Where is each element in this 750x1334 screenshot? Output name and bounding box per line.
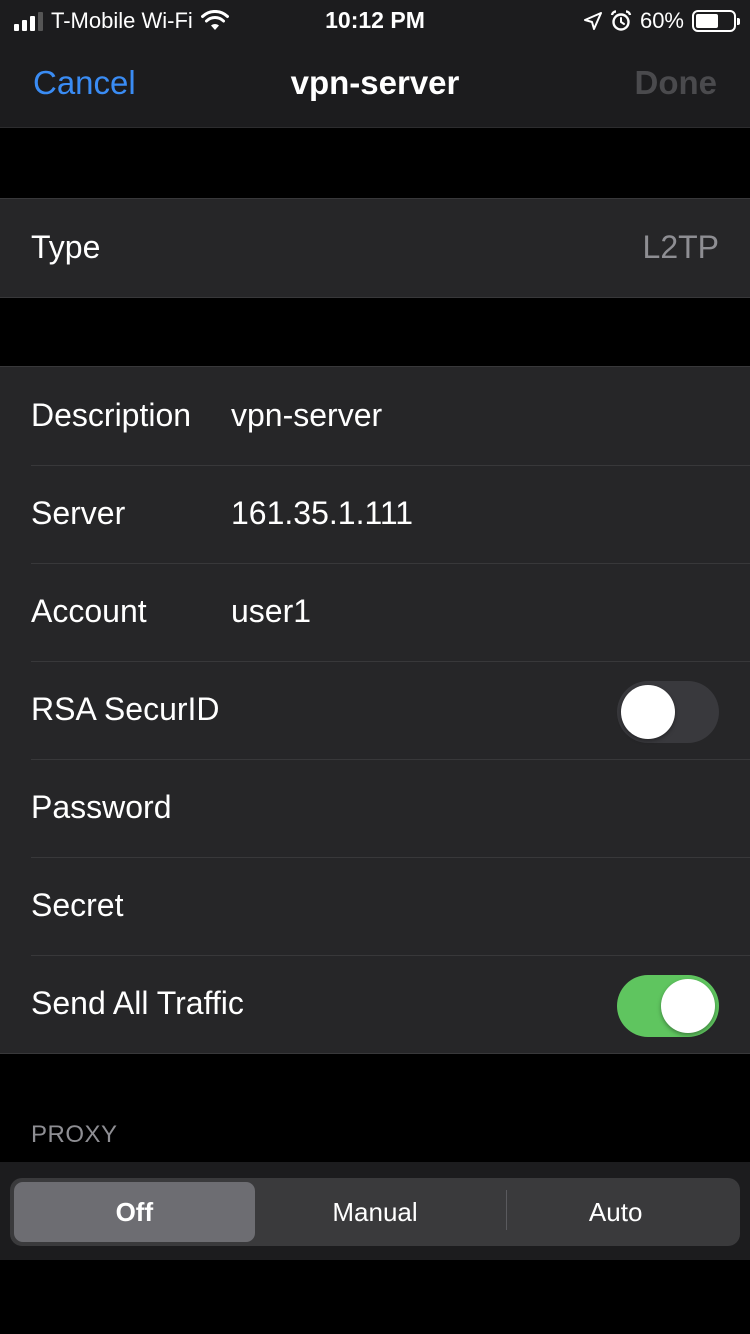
type-value: L2TP <box>642 229 719 265</box>
account-label: Account <box>31 593 147 629</box>
account-row: Account user1 <box>0 563 750 661</box>
rsa-securid-toggle[interactable] <box>617 681 719 743</box>
password-label: Password <box>31 789 172 825</box>
toggle-knob <box>661 979 715 1033</box>
proxy-option-auto[interactable]: Auto <box>495 1182 736 1242</box>
done-button[interactable]: Done <box>635 64 718 102</box>
segment-divider <box>506 1190 507 1230</box>
cancel-button[interactable]: Cancel <box>33 64 136 102</box>
battery-icon <box>692 10 740 32</box>
send-all-traffic-row: Send All Traffic <box>0 955 750 1053</box>
proxy-section-header: PROXY <box>31 1121 118 1148</box>
server-label: Server <box>31 495 126 531</box>
location-arrow-icon <box>583 12 602 30</box>
type-label: Type <box>31 229 101 265</box>
description-field[interactable]: vpn-server <box>231 397 382 434</box>
rsa-securid-row: RSA SecurID <box>0 661 750 759</box>
status-left: T-Mobile Wi-Fi <box>14 8 229 34</box>
proxy-option-off[interactable]: Off <box>14 1182 255 1242</box>
vpn-settings-group: Description vpn-server Server 161.35.1.1… <box>0 366 750 1054</box>
wifi-icon <box>200 10 229 30</box>
cellular-signal-icon <box>14 11 43 31</box>
toggle-knob <box>621 685 675 739</box>
password-row: Password <box>0 759 750 857</box>
battery-percent: 60% <box>639 8 684 33</box>
password-field[interactable] <box>231 789 711 829</box>
account-field[interactable]: user1 <box>231 593 311 630</box>
navigation-bar: Cancel vpn-server Done <box>0 40 750 128</box>
description-label: Description <box>31 397 192 433</box>
alarm-icon <box>610 10 632 31</box>
type-row[interactable]: Type L2TP <box>0 199 750 297</box>
description-row: Description vpn-server <box>0 367 750 465</box>
server-row: Server 161.35.1.111 <box>0 465 750 563</box>
server-field[interactable]: 161.35.1.111 <box>231 495 413 532</box>
proxy-segmented-control: Off Manual Auto <box>10 1178 740 1246</box>
proxy-group: Off Manual Auto <box>0 1162 750 1260</box>
battery-level <box>696 14 718 28</box>
secret-label: Secret <box>31 887 124 923</box>
status-bar: T-Mobile Wi-Fi 10:12 PM 60% <box>0 0 750 40</box>
secret-field[interactable] <box>231 887 711 927</box>
secret-row: Secret <box>0 857 750 955</box>
status-right: 60% <box>583 8 740 34</box>
rsa-securid-label: RSA SecurID <box>31 691 220 727</box>
send-all-traffic-toggle[interactable] <box>617 975 719 1037</box>
send-all-traffic-label: Send All Traffic <box>31 985 244 1021</box>
carrier-name: T-Mobile Wi-Fi <box>51 8 193 33</box>
type-group: Type L2TP <box>0 198 750 298</box>
proxy-option-manual[interactable]: Manual <box>255 1182 496 1242</box>
